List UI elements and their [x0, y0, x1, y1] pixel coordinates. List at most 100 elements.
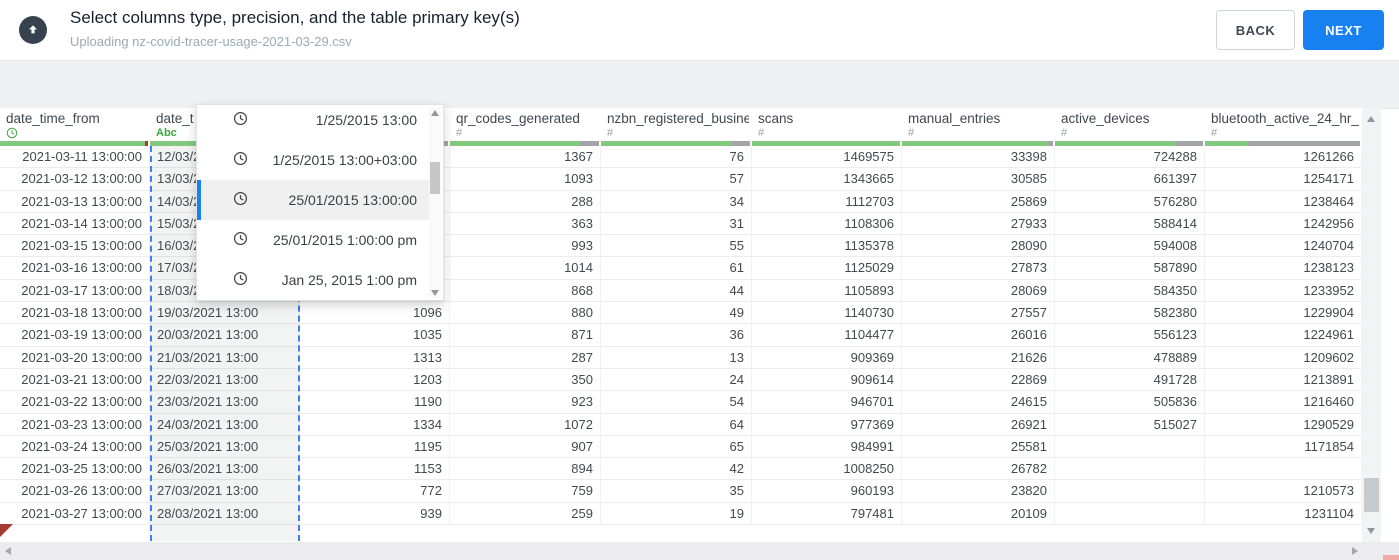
cell: 1112703	[752, 190, 902, 212]
cell: 54	[601, 391, 752, 413]
number-type-icon: #	[456, 127, 463, 139]
cell: 1035	[300, 324, 450, 346]
date-format-label: 1/25/2015 13:00	[315, 112, 417, 128]
cell: 20109	[902, 502, 1055, 525]
cell: 19	[601, 502, 752, 525]
cell: 64	[601, 413, 752, 435]
clock-type-icon	[6, 127, 18, 140]
column-name: date_time_from	[6, 111, 100, 126]
cell: 28/03/2021 13:00	[150, 502, 300, 525]
cell: 1209602	[1205, 346, 1362, 368]
cell: 49	[601, 302, 752, 324]
cell: 2021-03-16 13:00:00	[0, 257, 150, 279]
table-row: 2021-03-20 13:00:00 21/03/2021 13:00 1313 2…	[0, 346, 1362, 369]
scroll-right-icon[interactable]	[1352, 546, 1358, 555]
cell: 1238123	[1205, 257, 1362, 279]
dropdown-scroll-thumb[interactable]	[430, 162, 440, 194]
cell: 28090	[902, 235, 1055, 257]
cell: 22/03/2021 13:00	[150, 368, 300, 391]
column-header-nzbn_registered_busine[interactable]: nzbn_registered_busine #	[601, 108, 752, 146]
cell: 939	[300, 502, 450, 525]
cell: 28069	[902, 279, 1055, 302]
cell: 491728	[1055, 368, 1205, 391]
cell: 350	[450, 368, 601, 391]
column-header-scans[interactable]: scans #	[752, 108, 902, 146]
cell: 23/03/2021 13:00	[150, 391, 300, 413]
cell: 1195	[300, 435, 450, 458]
scroll-left-icon[interactable]	[5, 546, 11, 555]
column-name: scans	[758, 111, 794, 126]
cell: 1104477	[752, 324, 902, 346]
dropdown-scroll-up-icon[interactable]	[431, 110, 439, 116]
number-type-icon: #	[758, 127, 765, 139]
dropdown-scroll-down-icon[interactable]	[431, 290, 439, 296]
table-row: 2021-03-21 13:00:00 22/03/2021 13:00 1203 3…	[0, 368, 1362, 392]
column-header-active_devices[interactable]: active_devices #	[1055, 108, 1205, 146]
horizontal-scrollbar[interactable]	[0, 542, 1399, 560]
date-format-list: 1/25/2015 13:00 1/25/2015 13:00+03:00 25/0…	[197, 105, 429, 300]
clock-icon	[233, 151, 248, 169]
cell	[1055, 458, 1205, 480]
column-name: manual_entries	[908, 111, 1001, 126]
date-format-option[interactable]: 25/01/2015 13:00:00	[197, 180, 429, 220]
back-button[interactable]: BACK	[1216, 10, 1295, 50]
cell: 2021-03-11 13:00:00	[0, 146, 150, 168]
column-header-qr_codes_generated[interactable]: qr_codes_generated #	[450, 108, 601, 146]
date-format-option[interactable]: 1/25/2015 13:00+03:00	[197, 140, 429, 180]
cell: 36	[601, 324, 752, 346]
cell: 1096	[300, 302, 450, 324]
date-format-option[interactable]: 1/25/2015 13:00	[197, 105, 429, 140]
cell: 1231104	[1205, 502, 1362, 525]
table-row: 2021-03-24 13:00:00 25/03/2021 13:00 1195 9…	[0, 435, 1362, 459]
date-format-option[interactable]: 25/01/2015 1:00:00 pm	[197, 220, 429, 260]
cell: 23820	[902, 480, 1055, 502]
cell: 946701	[752, 391, 902, 413]
date-format-label: 1/25/2015 13:00+03:00	[272, 152, 417, 168]
column-header-bluetooth_active_24_hr_[interactable]: bluetooth_active_24_hr_ #	[1205, 108, 1362, 146]
cell: 34	[601, 190, 752, 212]
cell: 2021-03-12 13:00:00	[0, 168, 150, 190]
cell	[1205, 458, 1362, 480]
cell: 576280	[1055, 190, 1205, 212]
number-type-icon: #	[1211, 127, 1218, 139]
column-header-manual_entries[interactable]: manual_entries #	[902, 108, 1055, 146]
number-type-icon: #	[908, 127, 915, 139]
cell: 2021-03-18 13:00:00	[0, 302, 150, 324]
vertical-scroll-thumb[interactable]	[1364, 478, 1379, 512]
cell: 25/03/2021 13:00	[150, 435, 300, 458]
cell: 868	[450, 279, 601, 302]
cell: 661397	[1055, 168, 1205, 190]
date-format-label: 25/01/2015 13:00:00	[288, 192, 417, 208]
clock-icon	[233, 191, 248, 209]
column-name: bluetooth_active_24_hr_	[1211, 111, 1359, 126]
cell: 1469575	[752, 146, 902, 168]
cell: 31	[601, 212, 752, 235]
dropdown-scrollbar[interactable]	[429, 108, 441, 298]
upload-cloud-icon	[19, 16, 47, 44]
text-type-icon: Abc	[156, 127, 177, 139]
cell: 594008	[1055, 235, 1205, 257]
vertical-scrollbar[interactable]	[1362, 108, 1381, 542]
next-button[interactable]: NEXT	[1303, 10, 1384, 50]
scroll-down-icon[interactable]	[1367, 528, 1375, 534]
cell: 1313	[300, 346, 450, 368]
column-name: nzbn_registered_busine	[607, 111, 749, 126]
column-name: qr_codes_generated	[456, 111, 580, 126]
date-format-option[interactable]: Jan 25, 2015 1:00 pm	[197, 260, 429, 300]
column-name: date_t	[156, 111, 194, 126]
cell: 27/03/2021 13:00	[150, 480, 300, 502]
cell: 1224961	[1205, 324, 1362, 346]
clock-icon	[233, 231, 248, 249]
cell: 2021-03-22 13:00:00	[0, 391, 150, 413]
scroll-up-icon[interactable]	[1367, 116, 1375, 122]
cell: 478889	[1055, 346, 1205, 368]
cell: 1108306	[752, 212, 902, 235]
clock-icon	[233, 111, 248, 129]
cell: 588414	[1055, 212, 1205, 235]
cell: 515027	[1055, 413, 1205, 435]
cell: 960193	[752, 480, 902, 502]
cell: 21/03/2021 13:00	[150, 346, 300, 368]
cell: 582380	[1055, 302, 1205, 324]
cell: 1242956	[1205, 212, 1362, 235]
column-header-date_time_from[interactable]: date_time_from	[0, 108, 150, 146]
